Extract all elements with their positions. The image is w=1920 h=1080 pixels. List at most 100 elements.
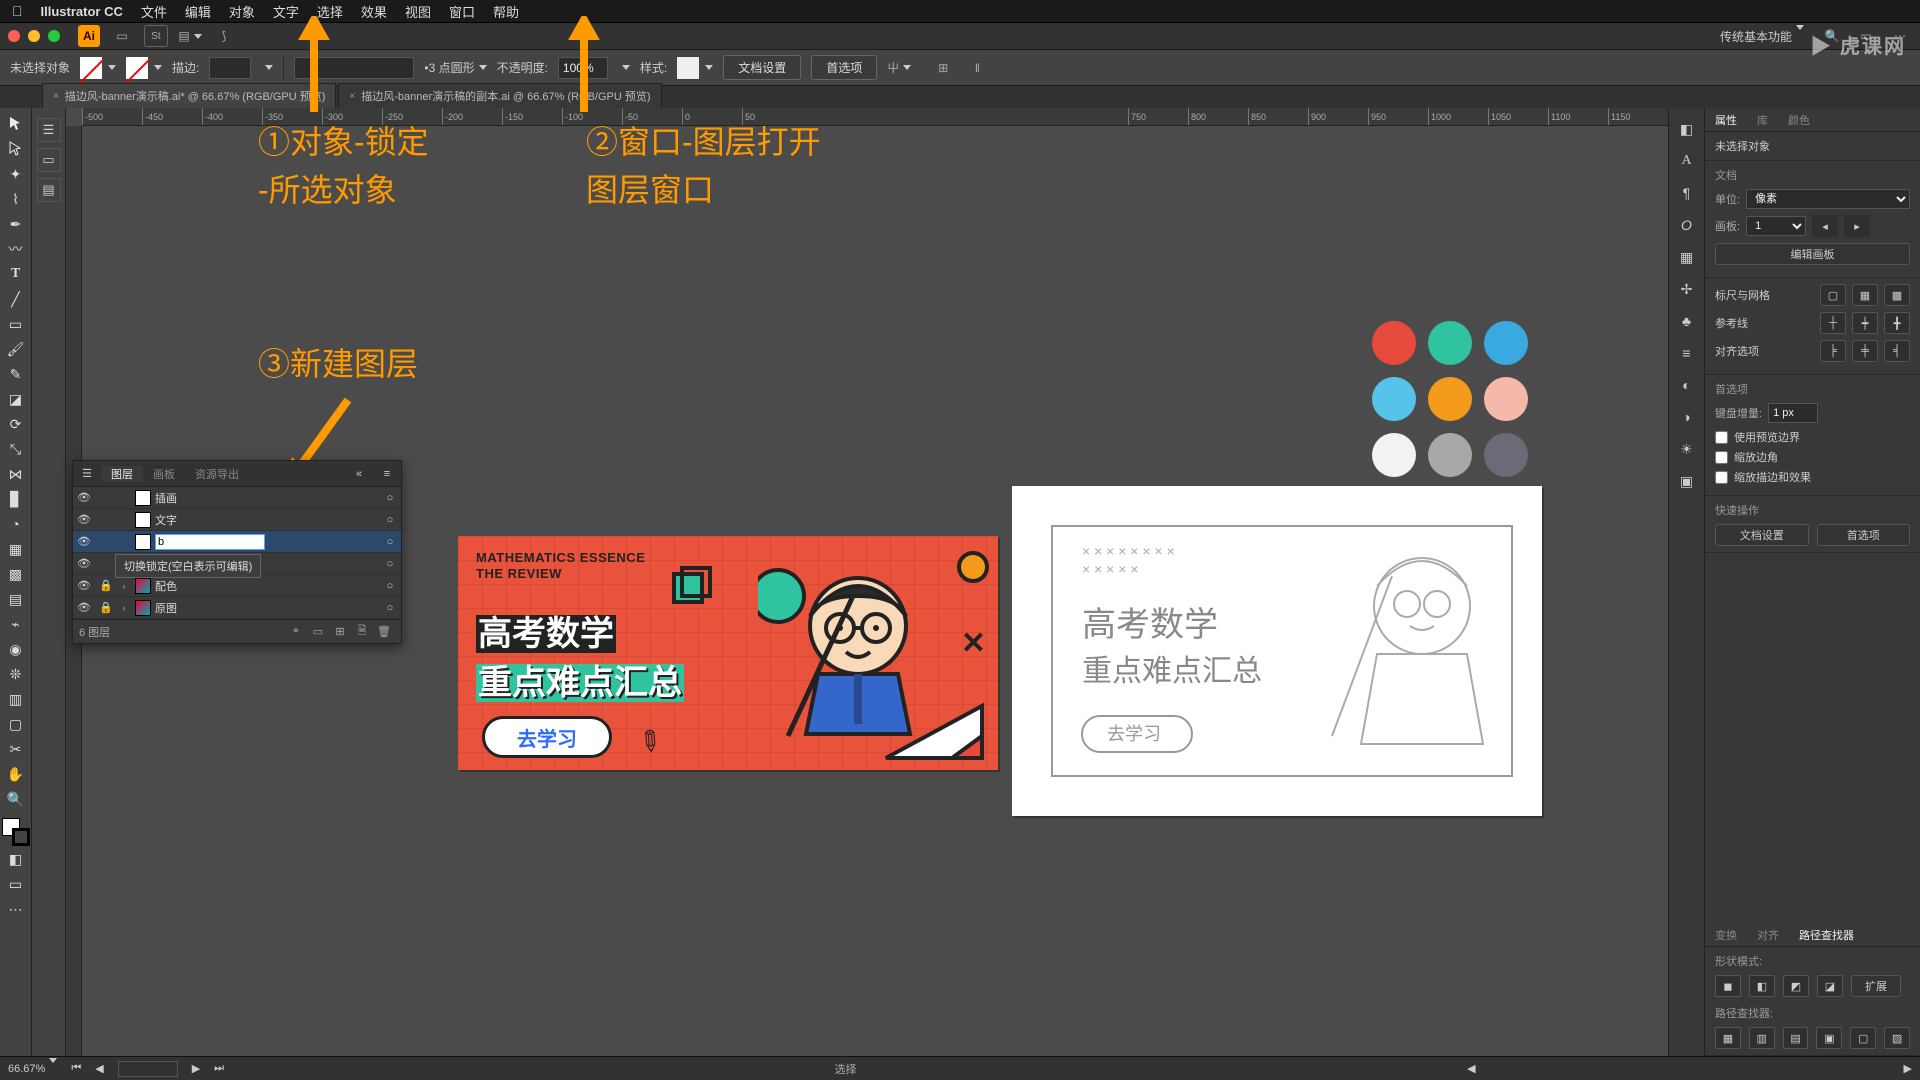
gpu-icon[interactable]: ⟆ xyxy=(212,25,236,47)
artboard-nav-input[interactable] xyxy=(118,1061,178,1077)
panel-menu-icon[interactable]: ≡ xyxy=(373,468,401,480)
align-right-icon[interactable]: ╡ xyxy=(1884,340,1910,362)
merge-icon[interactable]: ▤ xyxy=(1783,1027,1809,1049)
make-clip-icon[interactable]: ▭ xyxy=(307,625,329,638)
artboards-panel-tab[interactable]: 画板 xyxy=(143,466,185,482)
free-transform-icon[interactable]: ▊ xyxy=(3,487,29,511)
menu-view[interactable]: 视图 xyxy=(405,2,431,21)
transform-panel-icon[interactable]: ⊞ xyxy=(931,57,955,79)
grid-toggle-icon[interactable]: ▦ xyxy=(1852,284,1878,306)
paragraph-panel-icon[interactable]: ¶ xyxy=(1674,180,1700,206)
layer-row[interactable]: 👁🔒› 原图○ xyxy=(73,597,401,619)
menu-object[interactable]: 对象 xyxy=(229,2,255,21)
align-to-icon[interactable]: 屮 xyxy=(887,57,911,79)
nav-first-icon[interactable]: ⏮ xyxy=(71,1062,81,1075)
preview-bounds-check[interactable] xyxy=(1715,431,1728,444)
scroll-right-icon[interactable]: ▶ xyxy=(1904,1062,1912,1075)
arrange-icon[interactable]: ▤ xyxy=(178,25,202,47)
artboards-dock-icon[interactable]: ▭ xyxy=(37,148,61,172)
snap-grid-icon[interactable]: ▩ xyxy=(1884,284,1910,306)
align-tab[interactable]: 对齐 xyxy=(1747,927,1789,943)
type-panel-icon[interactable]: A xyxy=(1674,148,1700,174)
menu-help[interactable]: 帮助 xyxy=(493,2,519,21)
eyedropper-tool-icon[interactable]: ⌁ xyxy=(3,612,29,636)
visibility-icon[interactable]: 👁 xyxy=(73,557,95,570)
scale-corners-check[interactable] xyxy=(1715,451,1728,464)
nav-last-icon[interactable]: ⏭ xyxy=(214,1062,224,1075)
direct-select-tool-icon[interactable] xyxy=(3,137,29,161)
stroke-dd[interactable] xyxy=(265,65,273,70)
doc-tab-1[interactable]: ×描边风-banner演示稿.ai* @ 66.67% (RGB/GPU 预览) xyxy=(42,83,336,108)
color-mode-icon[interactable]: ◧ xyxy=(3,847,29,871)
edit-toolbar-icon[interactable]: ⋯ xyxy=(3,897,29,921)
rotate-tool-icon[interactable]: ⟳ xyxy=(3,412,29,436)
width-tool-icon[interactable]: ⋈ xyxy=(3,462,29,486)
appearance-panel-icon[interactable]: ☀ xyxy=(1674,436,1700,462)
stroke-panel-icon[interactable]: ≡ xyxy=(1674,340,1700,366)
layer-row[interactable]: 👁🔒› 配色○ xyxy=(73,575,401,597)
window-traffic-lights[interactable] xyxy=(8,30,60,42)
opentype-panel-icon[interactable]: O xyxy=(1674,212,1700,238)
lock-icon[interactable]: 🔒 xyxy=(95,601,117,614)
magic-wand-tool-icon[interactable]: ✦ xyxy=(3,162,29,186)
visibility-icon[interactable]: 👁 xyxy=(73,579,95,592)
symbols-panel-icon[interactable]: ♣ xyxy=(1674,308,1700,334)
layers-dock-icon[interactable]: ☰ xyxy=(37,118,61,142)
expand-button[interactable]: 扩展 xyxy=(1851,975,1901,997)
visibility-icon[interactable]: 👁 xyxy=(73,535,95,548)
menu-window[interactable]: 窗口 xyxy=(449,2,475,21)
prev-artboard-icon[interactable]: ◂ xyxy=(1812,215,1838,237)
scroll-left-icon[interactable]: ◀ xyxy=(1467,1062,1475,1075)
artboard-select[interactable]: 1 xyxy=(1746,216,1806,236)
assets-dock-icon[interactable]: ▤ xyxy=(37,178,61,202)
pen-tool-icon[interactable]: ✒ xyxy=(3,212,29,236)
scale-strokes-check[interactable] xyxy=(1715,471,1728,484)
layer-row[interactable]: 👁 文字○ xyxy=(73,509,401,531)
selection-tool-icon[interactable] xyxy=(3,112,29,136)
doc-setup-button[interactable]: 文档设置 xyxy=(723,55,801,80)
type-tool-icon[interactable]: T xyxy=(3,262,29,286)
quick-prefs-button[interactable]: 首选项 xyxy=(1817,524,1911,546)
color-tab[interactable]: 颜色 xyxy=(1778,112,1820,128)
layer-row[interactable]: 👁 插画○ xyxy=(73,487,401,509)
mesh-tool-icon[interactable]: ▩ xyxy=(3,562,29,586)
close-tab-icon[interactable]: × xyxy=(349,91,355,102)
key-inc-input[interactable] xyxy=(1768,403,1818,423)
props-tab[interactable]: 属性 xyxy=(1705,112,1747,128)
next-artboard-icon[interactable]: ▸ xyxy=(1844,215,1870,237)
rect-tool-icon[interactable]: ▭ xyxy=(3,312,29,336)
eraser-tool-icon[interactable]: ◪ xyxy=(3,387,29,411)
more-icon[interactable]: ‖ xyxy=(965,57,989,79)
line-tool-icon[interactable]: ╱ xyxy=(3,287,29,311)
unit-select[interactable]: 像素 xyxy=(1746,189,1910,209)
libraries-tab[interactable]: 库 xyxy=(1747,112,1778,128)
quick-doc-setup-button[interactable]: 文档设置 xyxy=(1715,524,1809,546)
nav-prev-icon[interactable]: ◀ xyxy=(95,1062,103,1075)
brush-tool-icon[interactable]: 🖌 xyxy=(3,337,29,361)
locate-layer-icon[interactable]: ⌖ xyxy=(285,625,307,638)
zoom-tool-icon[interactable]: 🔍 xyxy=(3,787,29,811)
stroke-swatch[interactable] xyxy=(126,57,162,79)
slice-tool-icon[interactable]: ✂ xyxy=(3,737,29,761)
app-name[interactable]: Illustrator CC xyxy=(41,4,123,19)
st-icon[interactable]: St xyxy=(144,25,168,47)
guides-toggle-icon[interactable]: ┼ xyxy=(1820,312,1846,334)
lock-icon[interactable]: 🔒 xyxy=(95,579,117,592)
guides-lock-icon[interactable]: ┿ xyxy=(1852,312,1878,334)
fill-swatch[interactable] xyxy=(80,57,116,79)
edit-artboard-button[interactable]: 编辑画板 xyxy=(1715,243,1910,265)
symbol-spray-icon[interactable]: ❊ xyxy=(3,662,29,686)
target-icon[interactable]: ○ xyxy=(379,492,401,504)
artboard-tool-icon[interactable]: ▢ xyxy=(3,712,29,736)
trim-icon[interactable]: ▥ xyxy=(1749,1027,1775,1049)
workspace-switcher[interactable]: 传统基本功能 xyxy=(1720,28,1804,45)
graphic-styles-icon[interactable]: ▣ xyxy=(1674,468,1700,494)
home-icon[interactable]: ▭ xyxy=(110,25,134,47)
menu-effect[interactable]: 效果 xyxy=(361,2,387,21)
curvature-tool-icon[interactable]: 〰 xyxy=(3,237,29,261)
color-panel-icon[interactable]: ◧ xyxy=(1674,116,1700,142)
unite-icon[interactable]: ◼ xyxy=(1715,975,1741,997)
align-left-icon[interactable]: ╞ xyxy=(1820,340,1846,362)
close-tab-icon[interactable]: × xyxy=(53,91,59,102)
nav-next-icon[interactable]: ▶ xyxy=(192,1062,200,1075)
